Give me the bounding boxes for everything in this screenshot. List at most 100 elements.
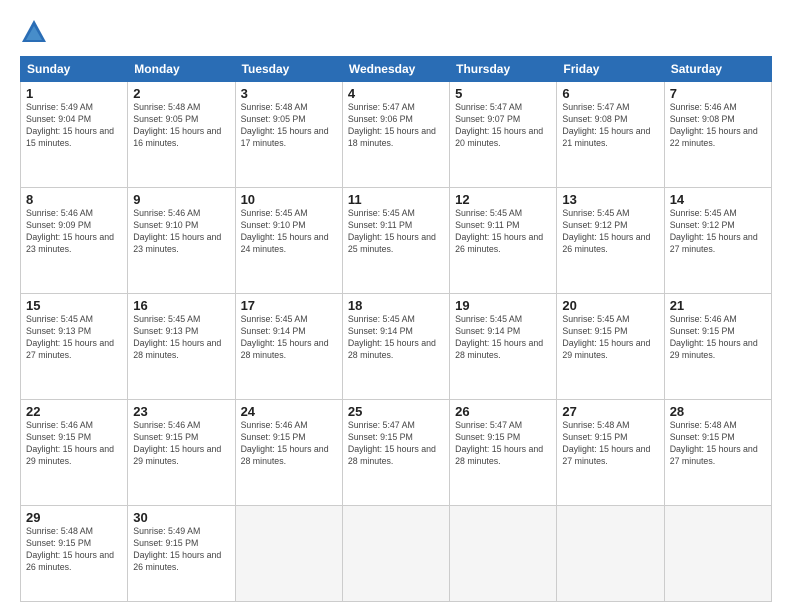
- day-number: 12: [455, 192, 551, 207]
- sunset-label: Sunset: 9:15 PM: [562, 326, 627, 336]
- table-row: 22 Sunrise: 5:46 AM Sunset: 9:15 PM Dayl…: [21, 399, 128, 505]
- day-number: 22: [26, 404, 122, 419]
- sunset-label: Sunset: 9:12 PM: [562, 220, 627, 230]
- day-number: 28: [670, 404, 766, 419]
- day-info: Sunrise: 5:47 AM Sunset: 9:07 PM Dayligh…: [455, 102, 551, 150]
- daylight-label: Daylight: 15 hours and 26 minutes.: [455, 232, 543, 254]
- daylight-label: Daylight: 15 hours and 15 minutes.: [26, 126, 114, 148]
- daylight-label: Daylight: 15 hours and 27 minutes.: [562, 444, 650, 466]
- table-row: 15 Sunrise: 5:45 AM Sunset: 9:13 PM Dayl…: [21, 293, 128, 399]
- header: [20, 18, 772, 46]
- table-row: 26 Sunrise: 5:47 AM Sunset: 9:15 PM Dayl…: [450, 399, 557, 505]
- sunset-label: Sunset: 9:09 PM: [26, 220, 91, 230]
- table-row: 9 Sunrise: 5:46 AM Sunset: 9:10 PM Dayli…: [128, 187, 235, 293]
- sunrise-label: Sunrise: 5:48 AM: [670, 420, 737, 430]
- daylight-label: Daylight: 15 hours and 28 minutes.: [455, 444, 543, 466]
- sunrise-label: Sunrise: 5:48 AM: [133, 102, 200, 112]
- day-number: 16: [133, 298, 229, 313]
- sunrise-label: Sunrise: 5:48 AM: [241, 102, 308, 112]
- page: Sunday Monday Tuesday Wednesday Thursday…: [0, 0, 792, 612]
- daylight-label: Daylight: 15 hours and 20 minutes.: [455, 126, 543, 148]
- day-info: Sunrise: 5:45 AM Sunset: 9:10 PM Dayligh…: [241, 208, 337, 256]
- day-number: 23: [133, 404, 229, 419]
- sunrise-label: Sunrise: 5:46 AM: [670, 102, 737, 112]
- sunrise-label: Sunrise: 5:47 AM: [348, 420, 415, 430]
- table-row: 20 Sunrise: 5:45 AM Sunset: 9:15 PM Dayl…: [557, 293, 664, 399]
- table-row: 19 Sunrise: 5:45 AM Sunset: 9:14 PM Dayl…: [450, 293, 557, 399]
- day-info: Sunrise: 5:48 AM Sunset: 9:05 PM Dayligh…: [241, 102, 337, 150]
- daylight-label: Daylight: 15 hours and 23 minutes.: [26, 232, 114, 254]
- col-friday: Friday: [557, 57, 664, 82]
- sunrise-label: Sunrise: 5:46 AM: [241, 420, 308, 430]
- daylight-label: Daylight: 15 hours and 29 minutes.: [133, 444, 221, 466]
- daylight-label: Daylight: 15 hours and 16 minutes.: [133, 126, 221, 148]
- sunset-label: Sunset: 9:15 PM: [26, 538, 91, 548]
- day-info: Sunrise: 5:45 AM Sunset: 9:13 PM Dayligh…: [133, 314, 229, 362]
- day-number: 4: [348, 86, 444, 101]
- table-row: 25 Sunrise: 5:47 AM Sunset: 9:15 PM Dayl…: [342, 399, 449, 505]
- daylight-label: Daylight: 15 hours and 23 minutes.: [133, 232, 221, 254]
- table-row: 27 Sunrise: 5:48 AM Sunset: 9:15 PM Dayl…: [557, 399, 664, 505]
- day-info: Sunrise: 5:49 AM Sunset: 9:04 PM Dayligh…: [26, 102, 122, 150]
- col-thursday: Thursday: [450, 57, 557, 82]
- sunrise-label: Sunrise: 5:46 AM: [133, 208, 200, 218]
- table-row: 30 Sunrise: 5:49 AM Sunset: 9:15 PM Dayl…: [128, 505, 235, 601]
- daylight-label: Daylight: 15 hours and 21 minutes.: [562, 126, 650, 148]
- daylight-label: Daylight: 15 hours and 28 minutes.: [241, 444, 329, 466]
- day-info: Sunrise: 5:45 AM Sunset: 9:14 PM Dayligh…: [455, 314, 551, 362]
- daylight-label: Daylight: 15 hours and 28 minutes.: [241, 338, 329, 360]
- day-info: Sunrise: 5:49 AM Sunset: 9:15 PM Dayligh…: [133, 526, 229, 574]
- day-number: 5: [455, 86, 551, 101]
- sunrise-label: Sunrise: 5:45 AM: [670, 208, 737, 218]
- sunset-label: Sunset: 9:06 PM: [348, 114, 413, 124]
- day-number: 3: [241, 86, 337, 101]
- daylight-label: Daylight: 15 hours and 27 minutes.: [670, 444, 758, 466]
- day-info: Sunrise: 5:48 AM Sunset: 9:15 PM Dayligh…: [562, 420, 658, 468]
- sunset-label: Sunset: 9:07 PM: [455, 114, 520, 124]
- sunrise-label: Sunrise: 5:48 AM: [26, 526, 93, 536]
- table-row: 21 Sunrise: 5:46 AM Sunset: 9:15 PM Dayl…: [664, 293, 771, 399]
- calendar-table: Sunday Monday Tuesday Wednesday Thursday…: [20, 56, 772, 602]
- table-row: 17 Sunrise: 5:45 AM Sunset: 9:14 PM Dayl…: [235, 293, 342, 399]
- daylight-label: Daylight: 15 hours and 25 minutes.: [348, 232, 436, 254]
- table-row: 13 Sunrise: 5:45 AM Sunset: 9:12 PM Dayl…: [557, 187, 664, 293]
- day-info: Sunrise: 5:46 AM Sunset: 9:09 PM Dayligh…: [26, 208, 122, 256]
- day-info: Sunrise: 5:46 AM Sunset: 9:15 PM Dayligh…: [26, 420, 122, 468]
- day-number: 11: [348, 192, 444, 207]
- table-row: 16 Sunrise: 5:45 AM Sunset: 9:13 PM Dayl…: [128, 293, 235, 399]
- table-row: [235, 505, 342, 601]
- table-row: 5 Sunrise: 5:47 AM Sunset: 9:07 PM Dayli…: [450, 82, 557, 188]
- sunset-label: Sunset: 9:10 PM: [241, 220, 306, 230]
- sunset-label: Sunset: 9:15 PM: [562, 432, 627, 442]
- sunset-label: Sunset: 9:05 PM: [133, 114, 198, 124]
- day-info: Sunrise: 5:45 AM Sunset: 9:13 PM Dayligh…: [26, 314, 122, 362]
- day-number: 21: [670, 298, 766, 313]
- day-number: 15: [26, 298, 122, 313]
- sunset-label: Sunset: 9:13 PM: [133, 326, 198, 336]
- day-info: Sunrise: 5:46 AM Sunset: 9:15 PM Dayligh…: [670, 314, 766, 362]
- daylight-label: Daylight: 15 hours and 26 minutes.: [26, 550, 114, 572]
- sunset-label: Sunset: 9:15 PM: [670, 326, 735, 336]
- calendar-week-row: 15 Sunrise: 5:45 AM Sunset: 9:13 PM Dayl…: [21, 293, 772, 399]
- day-info: Sunrise: 5:47 AM Sunset: 9:08 PM Dayligh…: [562, 102, 658, 150]
- day-number: 1: [26, 86, 122, 101]
- table-row: 4 Sunrise: 5:47 AM Sunset: 9:06 PM Dayli…: [342, 82, 449, 188]
- day-info: Sunrise: 5:47 AM Sunset: 9:15 PM Dayligh…: [348, 420, 444, 468]
- sunrise-label: Sunrise: 5:47 AM: [455, 102, 522, 112]
- day-info: Sunrise: 5:46 AM Sunset: 9:10 PM Dayligh…: [133, 208, 229, 256]
- table-row: 29 Sunrise: 5:48 AM Sunset: 9:15 PM Dayl…: [21, 505, 128, 601]
- sunset-label: Sunset: 9:15 PM: [133, 432, 198, 442]
- sunrise-label: Sunrise: 5:46 AM: [133, 420, 200, 430]
- calendar-week-row: 22 Sunrise: 5:46 AM Sunset: 9:15 PM Dayl…: [21, 399, 772, 505]
- sunrise-label: Sunrise: 5:48 AM: [562, 420, 629, 430]
- day-number: 2: [133, 86, 229, 101]
- sunset-label: Sunset: 9:15 PM: [133, 538, 198, 548]
- day-number: 17: [241, 298, 337, 313]
- sunrise-label: Sunrise: 5:45 AM: [26, 314, 93, 324]
- sunset-label: Sunset: 9:13 PM: [26, 326, 91, 336]
- daylight-label: Daylight: 15 hours and 28 minutes.: [348, 338, 436, 360]
- day-number: 9: [133, 192, 229, 207]
- sunrise-label: Sunrise: 5:45 AM: [562, 314, 629, 324]
- table-row: [557, 505, 664, 601]
- table-row: 1 Sunrise: 5:49 AM Sunset: 9:04 PM Dayli…: [21, 82, 128, 188]
